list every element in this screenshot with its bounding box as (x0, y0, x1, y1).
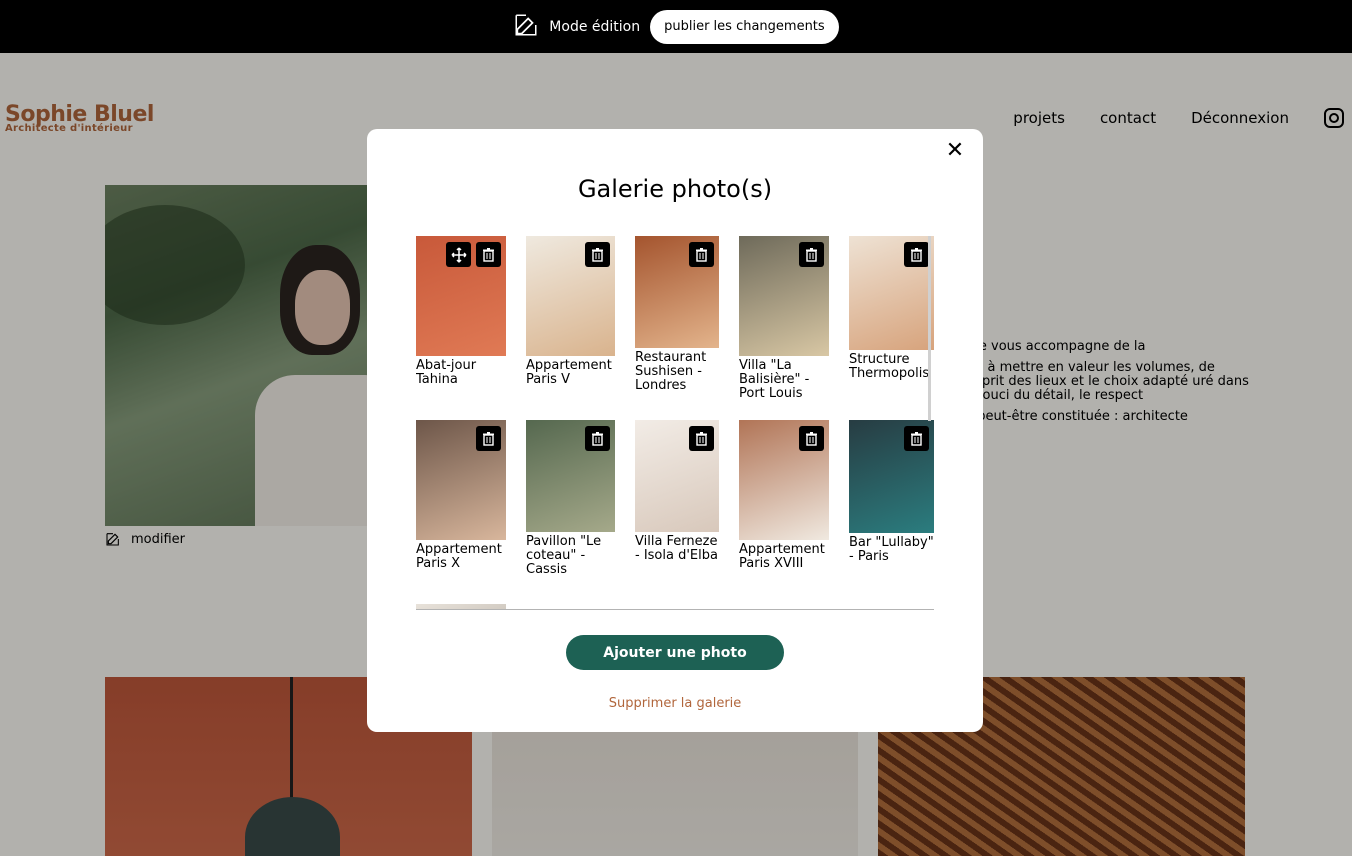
trash-icon[interactable] (799, 242, 824, 267)
gallery-item[interactable]: Bar "Lullaby" - Paris (849, 420, 934, 564)
gallery-caption: Bar "Lullaby" - Paris (849, 535, 934, 564)
gallery-caption: Appartement Paris XVIII (739, 542, 825, 571)
edit-mode-indicator: Mode édition (513, 12, 640, 42)
edit-mode-bar: Mode édition publier les changements (0, 0, 1352, 53)
gallery-item[interactable]: Structure Thermopolis (849, 236, 934, 381)
trash-icon[interactable] (689, 426, 714, 451)
gallery-caption: Restaurant Sushisen - Londres (635, 350, 707, 393)
gallery-item[interactable]: Villa "La Balisière" - Port Louis (739, 236, 829, 401)
gallery-thumbnail (416, 420, 506, 540)
gallery-item[interactable]: Appartement Paris X (416, 420, 506, 571)
gallery-thumbnail (849, 236, 934, 350)
trash-icon[interactable] (799, 426, 824, 451)
gallery-item[interactable]: Appartement Paris V (526, 236, 615, 387)
gallery-caption: Villa Ferneze - Isola d'Elba (635, 534, 718, 563)
gallery-thumbnail (739, 236, 829, 356)
gallery-modal: ✕ Galerie photo(s) Abat-jour Tahina Appar… (367, 129, 983, 732)
scrollbar[interactable] (928, 236, 931, 421)
gallery-thumbnail (635, 236, 719, 348)
gallery-item[interactable]: Pavillon "Le coteau" - Cassis (526, 420, 615, 577)
close-icon[interactable]: ✕ (945, 140, 965, 162)
delete-gallery-link[interactable]: Supprimer la galerie (367, 696, 983, 711)
add-photo-button[interactable]: Ajouter une photo (566, 635, 784, 670)
photo-grid-scroll[interactable]: Abat-jour Tahina Appartement Paris V Resta… (416, 236, 934, 610)
gallery-caption: Abat-jour Tahina (416, 358, 477, 387)
gallery-thumbnail (635, 420, 719, 532)
gallery-caption: Appartement Paris V (526, 358, 612, 387)
gallery-thumbnail (739, 420, 829, 540)
gallery-item[interactable]: Restaurant Sushisen - Londres (635, 236, 719, 393)
gallery-caption: Villa "La Balisière" - Port Louis (739, 358, 810, 401)
gallery-thumbnail (849, 420, 934, 533)
gallery-thumbnail (416, 604, 506, 609)
trash-icon[interactable] (476, 242, 501, 267)
gallery-caption: Structure Thermopolis (849, 352, 930, 381)
gallery-thumbnail (416, 236, 506, 356)
gallery-caption: Appartement Paris X (416, 542, 502, 571)
gallery-item[interactable] (416, 604, 506, 609)
gallery-thumbnail (526, 420, 615, 532)
move-icon[interactable] (446, 242, 471, 267)
trash-icon[interactable] (476, 426, 501, 451)
gallery-item[interactable]: Abat-jour Tahina (416, 236, 506, 387)
gallery-item[interactable]: Villa Ferneze - Isola d'Elba (635, 420, 719, 563)
modal-title: Galerie photo(s) (577, 175, 773, 203)
trash-icon[interactable] (585, 426, 610, 451)
trash-icon[interactable] (904, 426, 929, 451)
edit-icon (513, 12, 539, 42)
trash-icon[interactable] (689, 242, 714, 267)
gallery-item[interactable]: Appartement Paris XVIII (739, 420, 829, 571)
publish-changes-button[interactable]: publier les changements (650, 9, 839, 44)
gallery-caption: Pavillon "Le coteau" - Cassis (526, 534, 602, 577)
trash-icon[interactable] (904, 242, 929, 267)
trash-icon[interactable] (585, 242, 610, 267)
gallery-thumbnail (526, 236, 615, 356)
edit-mode-label: Mode édition (549, 18, 641, 35)
